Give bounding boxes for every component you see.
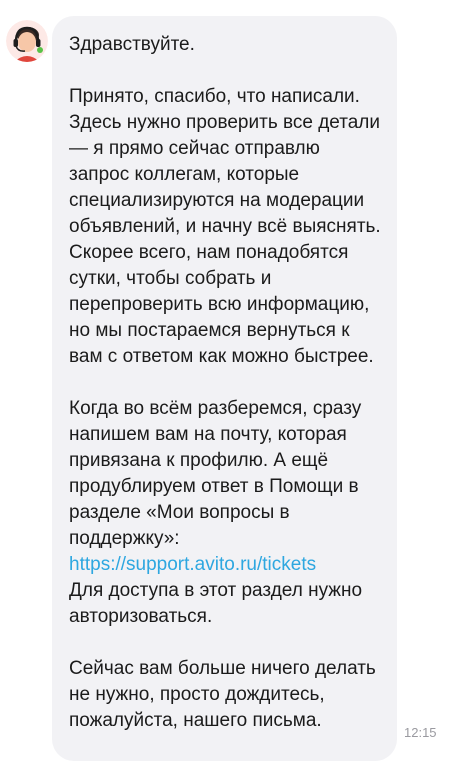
message-timestamp: 12:15 bbox=[404, 725, 437, 740]
message-paragraph-2: Когда во всём разберемся, сразу напишем … bbox=[69, 396, 383, 630]
message-paragraph-2-text: Когда во всём разберемся, сразу напишем … bbox=[69, 398, 362, 549]
message-paragraph-3: Сейчас вам больше ничего делать не нужно… bbox=[69, 658, 376, 731]
support-tickets-link[interactable]: https://support.avito.ru/tickets bbox=[69, 554, 316, 575]
support-agent-avatar-icon bbox=[6, 20, 48, 62]
message-paragraph-1: Принято, спасибо, что написали. Здесь ну… bbox=[69, 86, 381, 367]
message-greeting: Здравствуйте. bbox=[69, 34, 195, 55]
message-paragraph-2-auth-note: Для доступа в этот раздел нужно авторизо… bbox=[69, 580, 363, 627]
message-bubble: Здравствуйте. Принято, спасибо, что напи… bbox=[52, 16, 397, 761]
